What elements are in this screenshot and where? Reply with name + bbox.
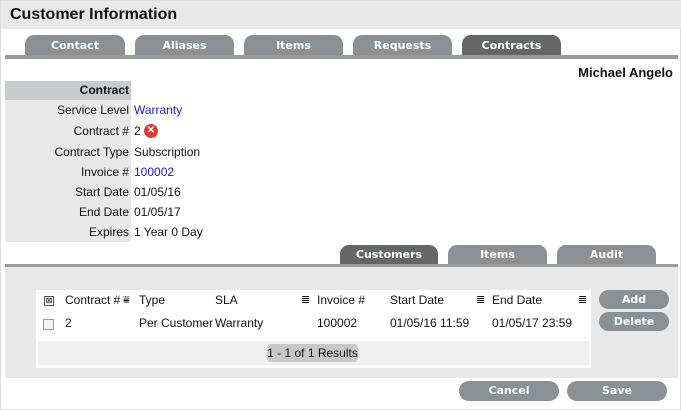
- customer-name: Michael Angelo: [578, 65, 673, 80]
- results-count: 1 - 1 of 1 Results: [267, 344, 358, 362]
- row-checkbox[interactable]: [43, 319, 54, 330]
- column-menu-icon[interactable]: ≣: [476, 292, 485, 308]
- subtab-items[interactable]: Items: [448, 245, 547, 264]
- label-service-level: Service Level: [56, 103, 129, 117]
- subtab-audit[interactable]: Audit: [557, 245, 656, 264]
- contract-number: 2: [134, 124, 141, 138]
- contract-type: Subscription: [134, 145, 201, 159]
- tab-contact[interactable]: Contact: [25, 35, 125, 56]
- cancel-button[interactable]: Cancel: [459, 381, 559, 401]
- tab-items[interactable]: Items: [244, 35, 343, 56]
- col-invoice[interactable]: Invoice #: [317, 292, 365, 308]
- service-level-link[interactable]: Warranty: [134, 100, 182, 120]
- col-end-date[interactable]: End Date: [492, 292, 542, 308]
- label-start-date: Start Date: [74, 185, 129, 199]
- end-date: 01/05/17: [134, 205, 181, 219]
- cell-end-date: 01/05/17 23:59: [492, 316, 573, 330]
- save-button[interactable]: Save: [567, 381, 667, 401]
- delete-button[interactable]: Delete: [599, 312, 669, 331]
- page-title: Customer Information: [10, 6, 178, 23]
- cell-invoice: 100002: [317, 316, 358, 330]
- tab-divider: [5, 55, 678, 59]
- column-menu-icon[interactable]: ≣: [578, 292, 587, 308]
- label-contract-type: Contract Type: [54, 145, 129, 159]
- column-menu-icon[interactable]: ≣: [301, 292, 310, 308]
- start-date: 01/05/16: [134, 185, 181, 199]
- delete-contract-icon[interactable]: ✕: [144, 124, 158, 138]
- label-expires: Expires: [88, 225, 129, 239]
- filter-icon[interactable]: ⩸: [123, 292, 130, 308]
- label-contract-number: Contract #: [73, 124, 129, 138]
- col-start-date[interactable]: Start Date: [390, 292, 444, 308]
- contract-header: Contract: [79, 83, 129, 97]
- cell-sla: Warranty: [215, 316, 264, 330]
- label-invoice: Invoice #: [80, 165, 129, 179]
- add-button[interactable]: Add: [599, 290, 669, 309]
- subtab-customers[interactable]: Customers: [340, 245, 438, 264]
- cell-type: Per Customer: [139, 316, 214, 330]
- tab-contracts[interactable]: Contracts: [462, 35, 561, 56]
- label-end-date: End Date: [78, 205, 129, 219]
- col-contract-number[interactable]: Contract #: [65, 292, 120, 308]
- cell-contract-number: 2: [65, 316, 72, 330]
- col-type[interactable]: Type: [139, 292, 165, 308]
- tab-requests[interactable]: Requests: [353, 35, 452, 56]
- invoice-link[interactable]: 100002: [134, 162, 174, 182]
- col-sla[interactable]: SLA: [215, 292, 238, 308]
- cell-start-date: 01/05/16 11:59: [390, 316, 470, 330]
- select-all-checkbox[interactable]: ⊠: [44, 296, 54, 306]
- expires: 1 Year 0 Day: [134, 225, 203, 239]
- tab-aliases[interactable]: Aliases: [135, 35, 234, 56]
